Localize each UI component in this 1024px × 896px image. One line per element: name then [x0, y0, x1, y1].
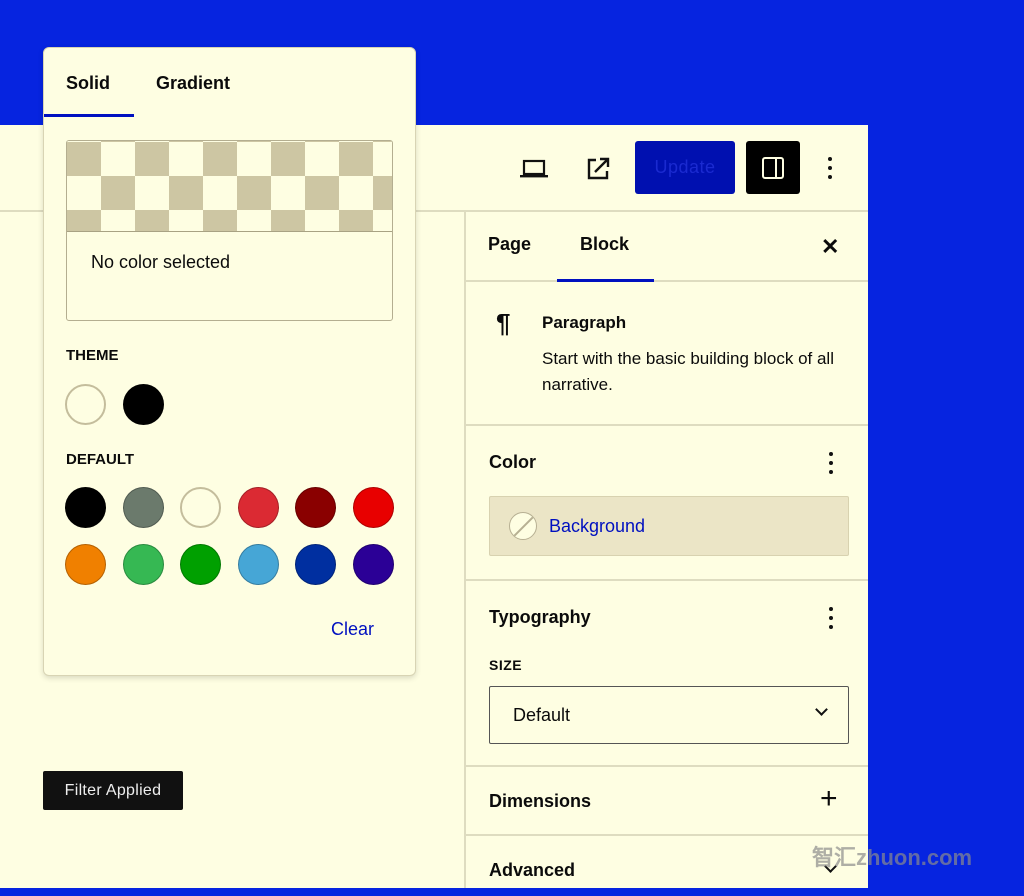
tab-block[interactable]: Block [580, 234, 629, 255]
color-picker-popover: Solid Gradient No color selected THEME D… [43, 47, 416, 676]
color-swatch[interactable] [295, 544, 336, 585]
no-color-text: No color selected [91, 252, 231, 272]
color-panel: Color Background [466, 426, 868, 581]
font-size-value: Default [513, 704, 571, 725]
filter-applied-badge: Filter Applied [43, 771, 183, 810]
background-label: Background [549, 515, 646, 536]
block-card: ¶ Paragraph Start with the basic buildin… [466, 282, 868, 426]
transparency-checkerboard [67, 141, 392, 232]
sidebar-toggle-icon [762, 156, 784, 179]
font-size-select[interactable]: Default [489, 686, 849, 744]
advanced-title[interactable]: Advanced [489, 860, 575, 881]
size-label: SIZE [489, 657, 523, 673]
color-swatch[interactable] [180, 487, 221, 528]
tab-gradient[interactable]: Gradient [156, 73, 230, 94]
dimensions-title[interactable]: Dimensions [489, 791, 591, 812]
color-swatch[interactable] [122, 487, 164, 528]
settings-sidebar-toggle[interactable] [746, 141, 800, 194]
typography-title[interactable]: Typography [489, 607, 591, 628]
theme-label: THEME [66, 347, 119, 364]
color-swatch[interactable] [237, 544, 279, 585]
color-swatch[interactable] [65, 544, 106, 585]
no-color-swatch-icon [509, 512, 537, 540]
block-description: Start with the basic building block of a… [542, 349, 834, 394]
color-swatch[interactable] [352, 487, 394, 528]
background-color-button[interactable]: Background [489, 496, 849, 556]
color-swatch[interactable] [295, 487, 336, 528]
close-icon[interactable]: ✕ [821, 234, 839, 260]
color-swatch[interactable] [122, 384, 164, 425]
block-title: Paragraph [542, 313, 627, 332]
tab-solid[interactable]: Solid [66, 73, 110, 94]
active-tab-indicator [44, 114, 134, 117]
dimensions-panel[interactable]: Dimensions + [466, 767, 868, 836]
update-button[interactable]: Update [635, 141, 735, 194]
color-swatch[interactable] [65, 384, 106, 425]
more-vertical-icon[interactable] [818, 151, 842, 185]
color-title[interactable]: Color [489, 452, 536, 473]
color-options-icon[interactable] [828, 452, 834, 474]
sidebar-tabs: Page Block ✕ [466, 212, 868, 282]
color-swatch[interactable] [237, 487, 279, 528]
color-preview: No color selected [66, 140, 393, 321]
color-swatch[interactable] [65, 487, 106, 528]
plus-icon[interactable]: + [820, 782, 838, 816]
clear-button[interactable]: Clear [331, 619, 374, 640]
advanced-panel[interactable]: Advanced [466, 836, 868, 896]
color-swatch[interactable] [180, 544, 221, 585]
external-link-icon[interactable] [582, 153, 614, 185]
watermark: 智汇zhuon.com [812, 845, 973, 870]
paragraph-icon: ¶ [496, 308, 511, 338]
settings-sidebar: Page Block ✕ ¶ Paragraph Start with the … [464, 212, 868, 888]
tab-page[interactable]: Page [488, 234, 531, 255]
default-label: DEFAULT [66, 451, 135, 468]
laptop-icon[interactable] [518, 153, 550, 185]
color-swatch[interactable] [122, 544, 164, 585]
typography-panel: Typography SIZE Default [466, 581, 868, 767]
typography-options-icon[interactable] [828, 607, 834, 629]
color-swatch[interactable] [352, 544, 394, 585]
chevron-down-icon [815, 703, 828, 716]
